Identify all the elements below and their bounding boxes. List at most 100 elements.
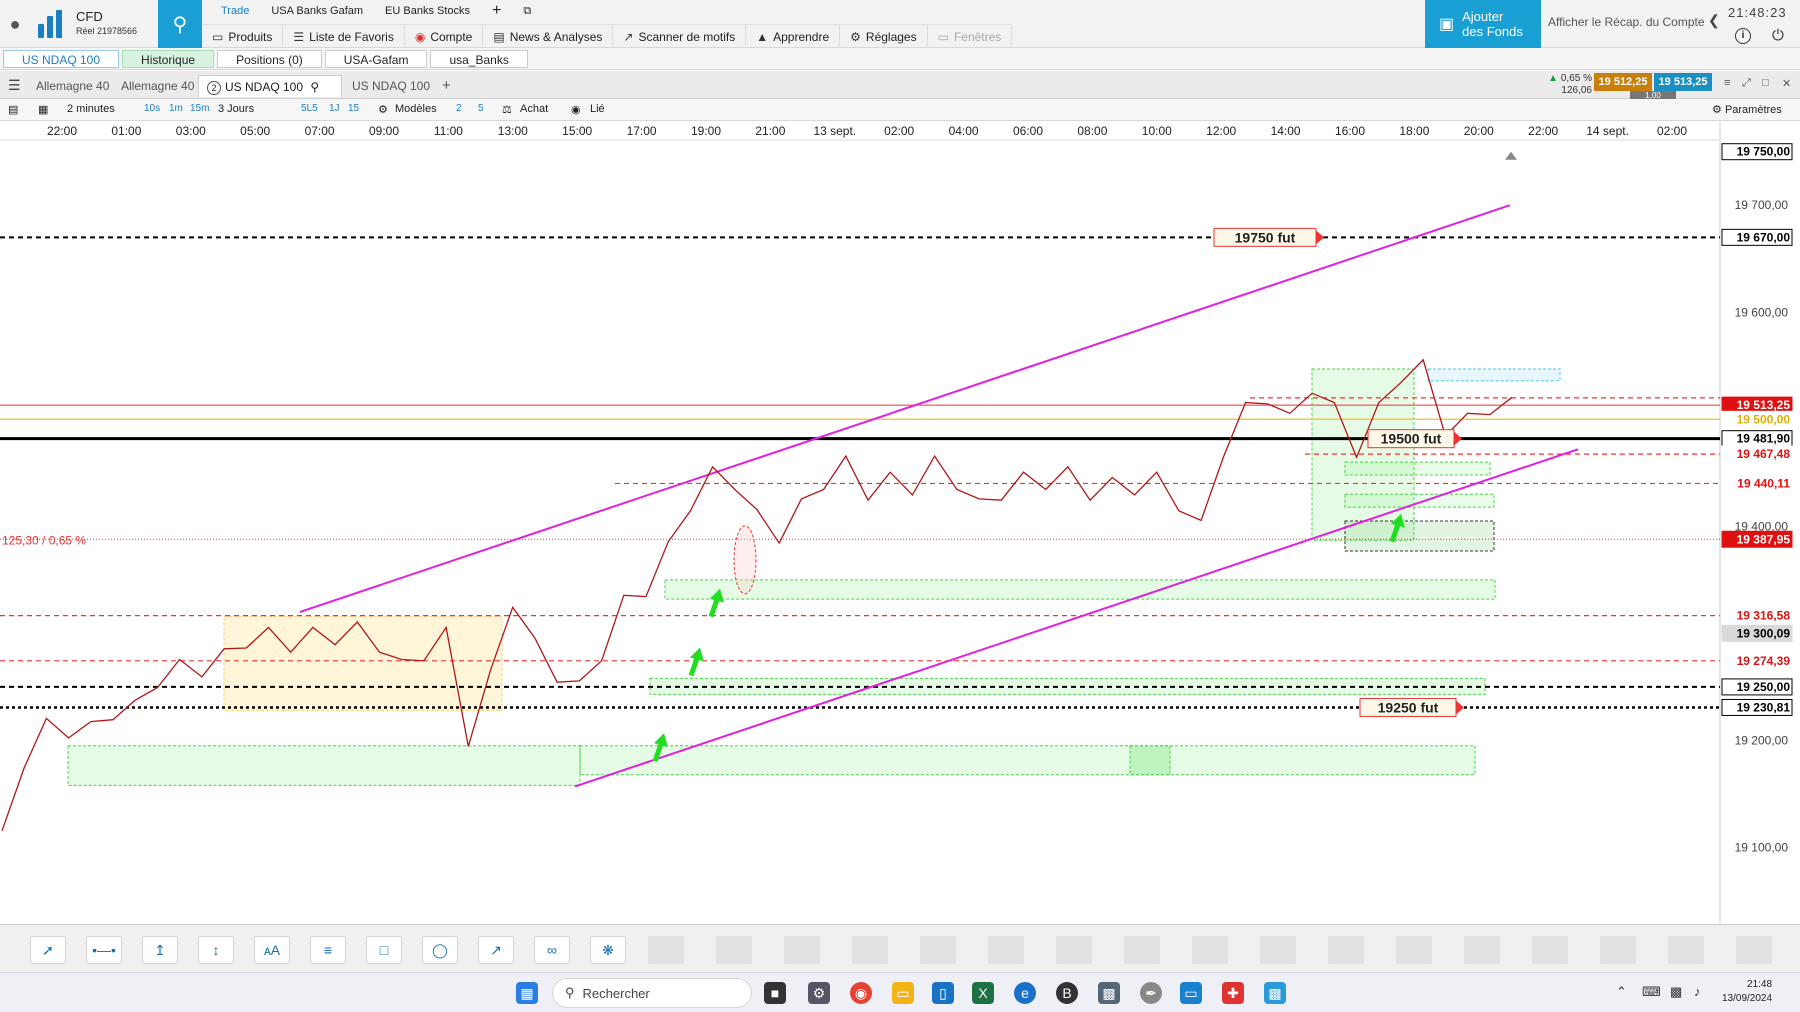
menu-reglages[interactable]: ⚙ Réglages bbox=[840, 25, 928, 48]
empty-tool-slot[interactable] bbox=[1532, 936, 1568, 964]
layout-icon[interactable]: ≡ bbox=[1724, 77, 1730, 89]
polyline-tool-icon[interactable]: ∞ bbox=[534, 936, 570, 964]
search-icon[interactable]: ⚲ bbox=[158, 0, 202, 48]
chart-area[interactable]: 22:00 01:00 03:00 05:00 07:00 09:00 11:00 13:00… bbox=[0, 121, 1800, 924]
chart-tab-us-ndaq-b[interactable]: US NDAQ 100 bbox=[344, 75, 438, 97]
interval-10s[interactable]: 10s bbox=[144, 103, 160, 114]
tab-us-ndaq-100[interactable]: US NDAQ 100 bbox=[3, 50, 120, 68]
settings-icon[interactable]: ⚙ bbox=[808, 982, 830, 1004]
empty-tool-slot[interactable] bbox=[1736, 936, 1772, 964]
expand-icon[interactable]: ⤢ bbox=[1742, 77, 1751, 90]
add-workspace-button[interactable]: + bbox=[481, 0, 512, 24]
remote-desktop-icon[interactable]: ▩ bbox=[1264, 982, 1286, 1004]
tab-historique[interactable]: Historique bbox=[122, 50, 215, 68]
interval-15m[interactable]: 15m bbox=[190, 103, 209, 114]
list-icon[interactable]: ▤ bbox=[8, 103, 18, 116]
eye-icon[interactable]: ◉ bbox=[571, 103, 581, 116]
menu-news[interactable]: ▤ News & Analyses bbox=[483, 25, 614, 48]
chevron-up-icon[interactable]: ⌃ bbox=[1616, 984, 1627, 1000]
chrome-icon[interactable]: ◉ bbox=[850, 982, 872, 1004]
empty-tool-slot[interactable] bbox=[1056, 936, 1092, 964]
text-tool-icon[interactable]: ᴀA bbox=[254, 936, 290, 964]
menu-scanner[interactable]: ↗ Scanner de motifs bbox=[613, 25, 747, 48]
arrow-tool-icon[interactable]: ↗ bbox=[478, 936, 514, 964]
empty-tool-slot[interactable] bbox=[1600, 936, 1636, 964]
empty-tool-slot[interactable] bbox=[920, 936, 956, 964]
rectangle-tool-icon[interactable]: □ bbox=[366, 936, 402, 964]
empty-tool-slot[interactable] bbox=[988, 936, 1024, 964]
interval-1m[interactable]: 1m bbox=[169, 103, 183, 114]
chart-app-icon[interactable]: ▯ bbox=[932, 982, 954, 1004]
chart-tab-allemagne-40[interactable]: Allemagne 40 bbox=[28, 75, 117, 97]
menu-compte[interactable]: ◉ Compte bbox=[405, 25, 484, 48]
vline-tool-icon[interactable]: ↕ bbox=[198, 936, 234, 964]
menu-apprendre[interactable]: ▲ Apprendre bbox=[746, 25, 841, 48]
fibonacci-icon[interactable]: ≡ bbox=[310, 936, 346, 964]
pattern-tool-icon[interactable]: ❋ bbox=[590, 936, 626, 964]
empty-tool-slot[interactable] bbox=[1668, 936, 1704, 964]
excel-icon[interactable]: X bbox=[972, 982, 994, 1004]
windows-start-icon[interactable]: ▦ bbox=[516, 982, 538, 1004]
workspace-tab-usa-banks[interactable]: USA Banks Gafam bbox=[260, 0, 374, 24]
empty-tool-slot[interactable] bbox=[1396, 936, 1432, 964]
line-tool-icon[interactable]: ➚ bbox=[30, 936, 66, 964]
network-icon[interactable]: ▩ bbox=[1670, 984, 1682, 1000]
chevron-left-icon[interactable]: ❮ bbox=[1708, 12, 1720, 29]
range-5l5[interactable]: 5L5 bbox=[301, 103, 318, 114]
empty-tool-slot[interactable] bbox=[852, 936, 888, 964]
buy-icon[interactable]: ⚖ bbox=[502, 103, 512, 116]
volume-icon[interactable]: ♪ bbox=[1694, 984, 1701, 999]
app-icon[interactable]: ▩ bbox=[1098, 982, 1120, 1004]
templates-button[interactable]: Modèles bbox=[395, 103, 437, 115]
templates-icon[interactable]: ⚙ bbox=[378, 103, 388, 116]
empty-tool-slot[interactable] bbox=[1260, 936, 1296, 964]
range-15[interactable]: 15 bbox=[348, 103, 359, 114]
add-funds-button[interactable]: ▣ Ajouter des Fonds bbox=[1425, 0, 1541, 48]
text-range-icon[interactable]: ↥ bbox=[142, 936, 178, 964]
tab-positions[interactable]: Positions (0) bbox=[217, 50, 322, 68]
browser-b-icon[interactable]: B bbox=[1056, 982, 1078, 1004]
power-icon[interactable]: ⏻ bbox=[1772, 27, 1784, 44]
option-2[interactable]: 2 bbox=[456, 103, 462, 114]
empty-tool-slot[interactable] bbox=[1464, 936, 1500, 964]
user-icon[interactable]: ● bbox=[0, 0, 30, 48]
parameters-button[interactable]: ⚙ Paramètres bbox=[1712, 103, 1782, 116]
taskbar-search[interactable]: ⚲ Rechercher bbox=[552, 978, 752, 1008]
workspace-tab-trade[interactable]: Trade bbox=[210, 0, 260, 24]
snipping-icon[interactable]: ✚ bbox=[1222, 982, 1244, 1004]
menu-produits[interactable]: ▭ Produits bbox=[202, 25, 284, 48]
tab-usa-banks[interactable]: usa_Banks bbox=[430, 50, 528, 68]
empty-tool-slot[interactable] bbox=[716, 936, 752, 964]
menu-fenetres[interactable]: ▭ Fenêtres bbox=[928, 25, 1013, 48]
empty-tool-slot[interactable] bbox=[784, 936, 820, 964]
price-chart[interactable]: 22:00 01:00 03:00 05:00 07:00 09:00 11:00 13:00… bbox=[0, 121, 1800, 924]
chart-tab-us-ndaq-active[interactable]: 2US NDAQ 100 ⚲ ✕ bbox=[198, 75, 342, 116]
buy-button[interactable]: Achat bbox=[520, 103, 548, 115]
close-icon[interactable]: ✕ bbox=[1782, 77, 1791, 90]
info-icon[interactable]: i bbox=[1735, 28, 1751, 44]
tab-usa-gafam[interactable]: USA-Gafam bbox=[324, 50, 428, 68]
range-1j[interactable]: 1J bbox=[329, 103, 340, 114]
keyboard-icon[interactable]: ⌨ bbox=[1642, 984, 1661, 1000]
chart-tab-allemagne-40-b[interactable]: Allemagne 40 bbox=[113, 75, 202, 97]
folder-icon[interactable]: ▭ bbox=[892, 982, 914, 1004]
account-recap-link[interactable]: Afficher le Récap. du Compte bbox=[1548, 15, 1705, 29]
maximize-icon[interactable]: □ bbox=[1762, 77, 1769, 89]
menu-favoris[interactable]: ☰ Liste de Favoris bbox=[283, 25, 405, 48]
grid-icon[interactable]: ▦ bbox=[38, 103, 48, 116]
workspace-tab-eu-banks[interactable]: EU Banks Stocks bbox=[374, 0, 481, 24]
range-select[interactable]: 3 Jours bbox=[218, 103, 254, 115]
hline-tool-icon[interactable]: •—• bbox=[86, 936, 122, 964]
file-explorer-icon[interactable]: ■ bbox=[764, 982, 786, 1004]
empty-tool-slot[interactable] bbox=[648, 936, 684, 964]
ellipse-tool-icon[interactable]: ◯ bbox=[422, 936, 458, 964]
edge-icon[interactable]: e bbox=[1014, 982, 1036, 1004]
interval-select[interactable]: 2 minutes bbox=[67, 103, 115, 115]
option-5[interactable]: 5 bbox=[478, 103, 484, 114]
search-icon[interactable]: ⚲ bbox=[310, 80, 319, 94]
window-app-icon[interactable]: ▭ bbox=[1180, 982, 1202, 1004]
empty-tool-slot[interactable] bbox=[1124, 936, 1160, 964]
popout-icon[interactable]: ⧉ bbox=[512, 0, 542, 24]
bid-price-button[interactable]: 19 512,25 bbox=[1594, 73, 1652, 91]
ask-price-button[interactable]: 19 513,25 bbox=[1654, 73, 1712, 91]
